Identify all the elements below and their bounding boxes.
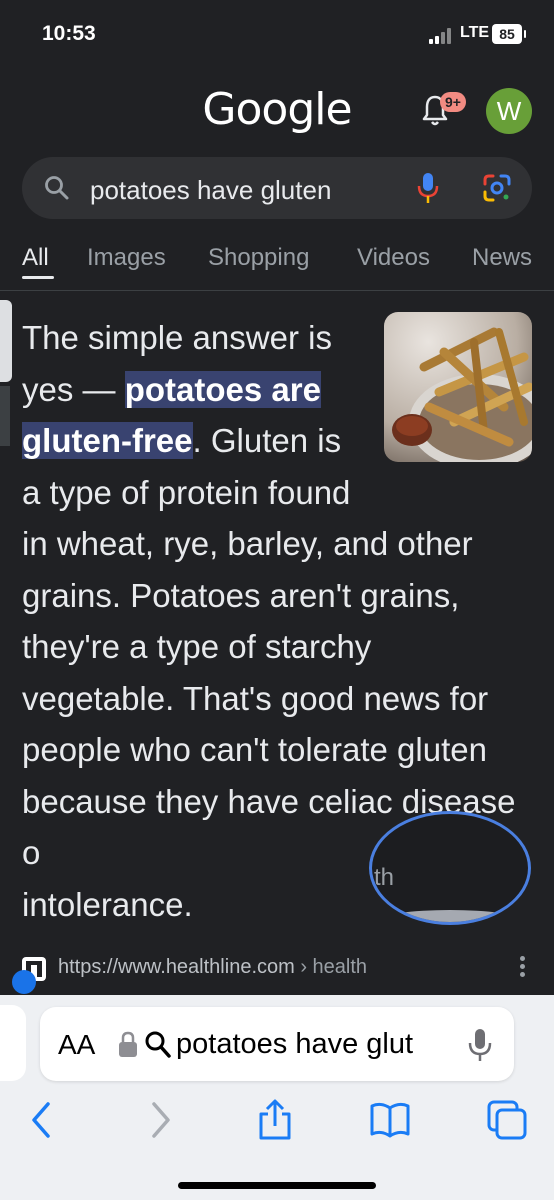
source-domain: https://www.healthline.com	[58, 956, 295, 978]
network-label: LTE	[460, 24, 490, 41]
active-tab-indicator	[22, 276, 54, 279]
source-path: › health	[300, 956, 368, 978]
bookmarks-icon[interactable]	[368, 1098, 412, 1142]
tab-shopping[interactable]: Shopping	[208, 244, 309, 272]
source-line[interactable]: https://www.healthline.com › health	[22, 954, 532, 984]
google-logo[interactable]: Google	[0, 84, 554, 135]
address-bar[interactable]: AA potatoes have glut	[40, 1007, 514, 1081]
battery-icon: 85	[492, 24, 526, 44]
address-text[interactable]: potatoes have glut	[176, 1028, 452, 1061]
notification-badge: 9+	[440, 92, 466, 112]
clock: 10:53	[42, 22, 96, 45]
status-bar: 10:53 LTE 85	[0, 0, 554, 70]
tabs-divider	[0, 290, 554, 291]
tab-all[interactable]: All	[22, 244, 49, 272]
account-avatar[interactable]: W	[486, 88, 532, 134]
more-options-icon[interactable]	[520, 956, 526, 978]
previous-tab-peek[interactable]	[0, 1005, 26, 1081]
reader-aa-button[interactable]: AA	[58, 1029, 95, 1061]
search-bar[interactable]: potatoes have gluten	[22, 157, 532, 219]
search-icon	[45, 176, 69, 200]
touch-ring-overlay: th	[369, 811, 531, 925]
snippet-text-end: intolerance.	[22, 885, 193, 923]
forward-icon[interactable]	[138, 1098, 182, 1142]
lock-icon	[119, 1031, 137, 1057]
source-url[interactable]: https://www.healthline.com › health	[58, 956, 367, 979]
tab-images[interactable]: Images	[87, 244, 166, 272]
ring-text-fragment: th	[374, 864, 395, 891]
tab-news[interactable]: News	[472, 244, 532, 272]
safari-toolbar	[0, 1098, 554, 1142]
fries-image	[384, 312, 532, 462]
home-indicator[interactable]	[178, 1182, 376, 1189]
snippet-text-post: . Gluten is a type of protein found in w…	[22, 422, 516, 871]
google-lens-icon[interactable]	[482, 173, 512, 203]
dictation-mic-icon[interactable]	[468, 1027, 492, 1063]
search-icon	[145, 1031, 171, 1058]
side-panel-edge	[0, 386, 10, 446]
share-icon[interactable]	[253, 1098, 297, 1142]
tabs-overview-icon[interactable]	[485, 1098, 529, 1142]
side-panel-handle[interactable]	[0, 300, 12, 382]
back-icon[interactable]	[20, 1098, 64, 1142]
tab-videos[interactable]: Videos	[357, 244, 430, 272]
voice-search-icon[interactable]	[417, 171, 439, 205]
snippet-thumbnail[interactable]	[384, 312, 532, 462]
selection-handle[interactable]	[12, 970, 36, 994]
signal-icon	[429, 28, 455, 44]
search-input[interactable]: potatoes have gluten	[90, 175, 331, 206]
